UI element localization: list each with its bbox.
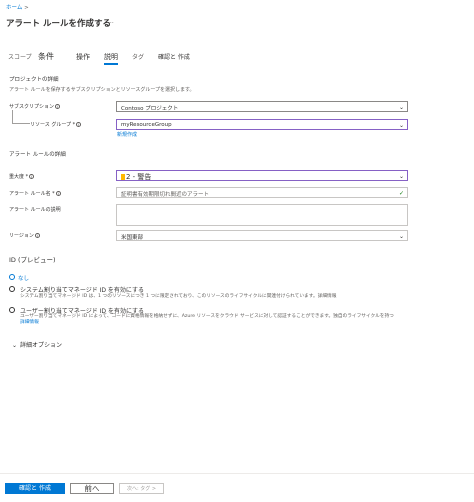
alert-rule-name-input[interactable]: 証明書有効期限切れ間近のアラート ✓: [116, 187, 408, 198]
radio-none-label: なし: [18, 276, 30, 282]
warning-icon: [121, 173, 125, 180]
subscription-dropdown[interactable]: Contoso プロジェクト ⌄: [116, 101, 408, 112]
user-assigned-learn-more-link[interactable]: 詳細情報: [20, 319, 39, 325]
chevron-down-icon: ⌄: [12, 342, 18, 349]
tab-details[interactable]: 説明: [104, 52, 118, 65]
alert-rule-description-input[interactable]: [116, 204, 408, 226]
system-assigned-description: システム割り当てマネージド ID は、1 つのリソースにつき 1 つに限定されて…: [20, 294, 337, 299]
tree-connector: [12, 110, 30, 124]
user-assigned-description: ユーザー割り当てマネージド ID によって、コードに資格情報を格納せずに、Azu…: [20, 314, 394, 319]
region-dropdown[interactable]: 米国東部 ⌄: [116, 230, 408, 241]
breadcrumb-home-link[interactable]: ホーム: [6, 5, 22, 11]
resource-group-label: リソース グループ * i: [30, 121, 82, 128]
tab-review-create[interactable]: 確認と 作成: [158, 52, 190, 61]
advanced-options-toggle[interactable]: ⌄ 詳細オプション: [12, 340, 62, 349]
radio-system-assigned[interactable]: [9, 286, 15, 292]
info-icon: i: [34, 233, 40, 238]
alert-rule-details-heading: アラート ルールの詳細: [9, 152, 66, 158]
subscription-label: サブスクリプション i: [9, 103, 61, 110]
alert-rule-description-label: アラート ルールの説明: [9, 207, 61, 213]
info-icon: i: [29, 174, 35, 179]
chevron-down-icon: ⌄: [398, 233, 404, 240]
severity-label: 重大度 * i: [9, 173, 35, 180]
info-icon: i: [55, 104, 61, 109]
create-new-link[interactable]: 新規作成: [117, 131, 137, 138]
identity-heading: ID (プレビュー): [9, 256, 56, 264]
more-options-icon[interactable]: ...: [108, 18, 114, 25]
tab-actions[interactable]: 操作: [76, 52, 90, 62]
project-details-description: アラート ルールを保存するサブスクリプションとリソースグループを選択します。: [9, 87, 195, 93]
next-tags-button[interactable]: 次へ: タグ >: [119, 483, 164, 494]
previous-button[interactable]: 前へ: [70, 483, 114, 494]
tab-tags[interactable]: タグ: [132, 52, 144, 61]
info-icon: i: [55, 191, 61, 196]
review-create-button[interactable]: 確認と 作成: [5, 483, 65, 494]
chevron-down-icon: ⌄: [398, 122, 404, 129]
radio-none[interactable]: [9, 274, 15, 280]
breadcrumb-separator: >: [24, 5, 29, 11]
tab-condition[interactable]: 条件: [38, 51, 54, 62]
info-icon: i: [76, 122, 82, 127]
region-label: リージョン i: [9, 232, 40, 239]
footer-divider: [0, 473, 474, 474]
breadcrumb: ホーム >: [6, 3, 29, 11]
chevron-down-icon: ⌄: [398, 173, 404, 180]
chevron-down-icon: ⌄: [398, 104, 404, 111]
project-details-heading: プロジェクトの詳細: [9, 77, 59, 83]
tab-scope[interactable]: スコープ: [8, 52, 32, 61]
check-icon: ✓: [398, 190, 404, 197]
radio-user-assigned[interactable]: [9, 307, 15, 313]
resource-group-dropdown[interactable]: myResourceGroup ⌄: [116, 119, 408, 130]
severity-dropdown[interactable]: 2 - 警告 ⌄: [116, 170, 408, 181]
alert-rule-name-label: アラート ルール名 * i: [9, 190, 61, 197]
page-title: アラート ルールを作成する: [6, 19, 111, 29]
